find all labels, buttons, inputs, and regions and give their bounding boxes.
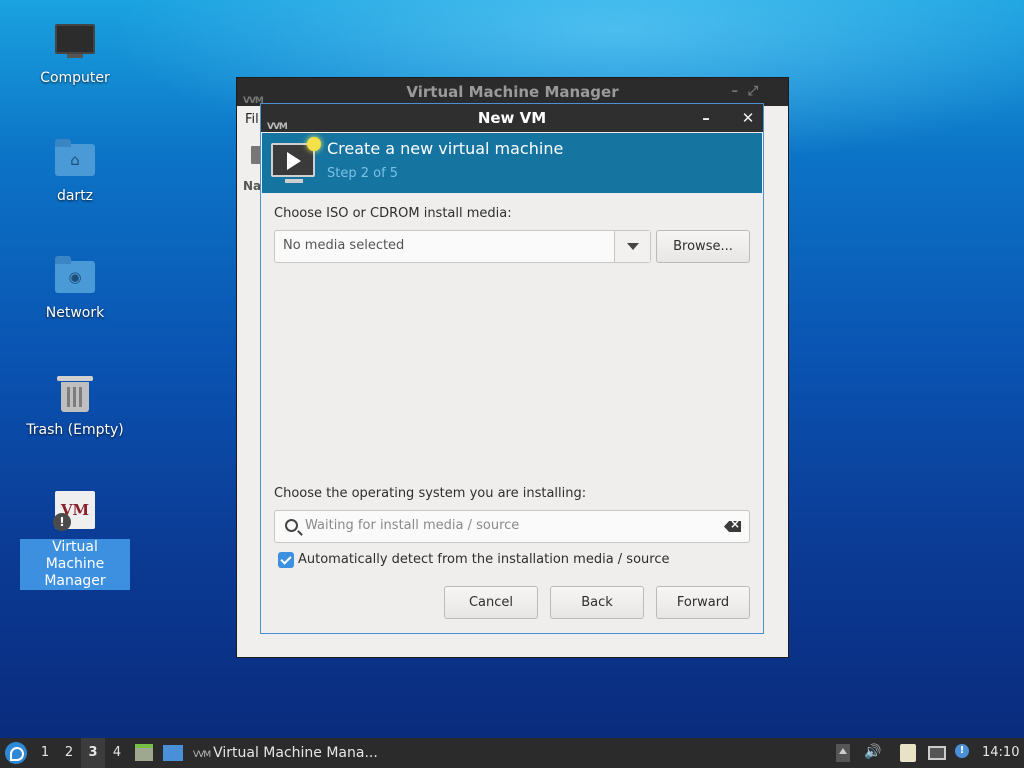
warning-badge-icon: ! [53,513,71,531]
forward-button[interactable]: Forward [656,586,750,619]
minimize-button[interactable]: – [695,104,717,132]
desktop-icon-label: Network [45,305,105,321]
desktop-icon-trash[interactable]: Trash (Empty) [20,372,130,439]
wizard-step: Step 2 of 5 [327,166,399,181]
auto-detect-checkbox[interactable] [278,552,294,568]
app-logo-icon: VVM [193,750,211,760]
minimize-icon[interactable]: – [732,78,739,106]
cancel-button[interactable]: Cancel [444,586,538,619]
column-header-name[interactable]: Na [243,179,261,193]
install-media-label: Choose ISO or CDROM install media: [274,206,512,221]
trash-icon [53,372,97,416]
notification-icon[interactable]: ! [955,744,969,758]
desktop-icon-label: Trash (Empty) [26,422,124,438]
wizard-banner: Create a new virtual machine Step 2 of 5 [262,133,762,193]
clock[interactable]: 14:10 [982,738,1019,768]
os-search-placeholder: Waiting for install media / source [305,518,520,533]
menu-file[interactable]: Fil [245,112,259,127]
workspace-3[interactable]: 3 [81,738,105,768]
clipboard-icon[interactable] [900,744,916,762]
workspace-2[interactable]: 2 [57,738,81,768]
network-icon[interactable] [928,746,946,760]
desktop-icon-virt-manager[interactable]: VM ! Virtual Machine Manager [20,489,130,590]
maximize-icon[interactable]: ⤢ [748,78,758,106]
network-folder-icon: ◉ [53,255,97,299]
workspace-1[interactable]: 1 [33,738,57,768]
chevron-down-icon[interactable] [614,231,650,262]
search-icon [285,519,298,532]
show-desktop-icon[interactable] [163,745,183,761]
taskbar-task-virt-manager[interactable]: VVM Virtual Machine Mana... [193,738,378,768]
auto-detect-label[interactable]: Automatically detect from the installati… [298,552,669,567]
desktop-icon-label: dartz [56,188,94,204]
os-label: Choose the operating system you are inst… [274,486,587,501]
browse-button[interactable]: Browse... [656,230,750,263]
home-folder-icon: ⌂ [53,138,97,182]
volume-icon[interactable]: 🔊 [864,744,881,762]
task-label: Virtual Machine Mana... [213,745,378,761]
dialog-titlebar[interactable]: VVM New VM – ✕ [261,104,763,132]
app-menu-icon[interactable] [5,742,27,764]
tray-expand-icon[interactable] [836,744,850,762]
wizard-title: Create a new virtual machine [327,139,564,158]
desktop-icon-home-folder[interactable]: ⌂ dartz [20,138,130,205]
workspace-4[interactable]: 4 [105,738,129,768]
new-vm-dialog: VVM New VM – ✕ Create a new virtual mach… [260,103,764,634]
os-search-field[interactable]: Waiting for install media / source [274,510,750,543]
install-media-combo[interactable]: No media selected [274,230,651,263]
monitor-icon [53,20,97,64]
new-vm-icon [271,137,321,177]
file-manager-icon[interactable] [135,744,153,761]
desktop-icon-network[interactable]: ◉ Network [20,255,130,322]
main-window-titlebar[interactable]: VVM Virtual Machine Manager – ⤢ [237,78,788,106]
close-button[interactable]: ✕ [737,104,759,132]
install-media-value: No media selected [283,238,405,253]
main-window-title: Virtual Machine Manager [406,83,619,101]
back-button[interactable]: Back [550,586,644,619]
desktop-icon-label: Computer [40,70,110,86]
taskbar: 1 2 3 4 VVM Virtual Machine Mana... 🔊 ! 1… [0,738,1024,768]
virt-manager-icon: VM ! [53,489,97,533]
dialog-title: New VM [477,109,547,127]
clear-icon[interactable] [724,521,741,532]
desktop-icon-label: Virtual Machine Manager [20,539,130,590]
desktop-icon-computer[interactable]: Computer [20,20,130,87]
